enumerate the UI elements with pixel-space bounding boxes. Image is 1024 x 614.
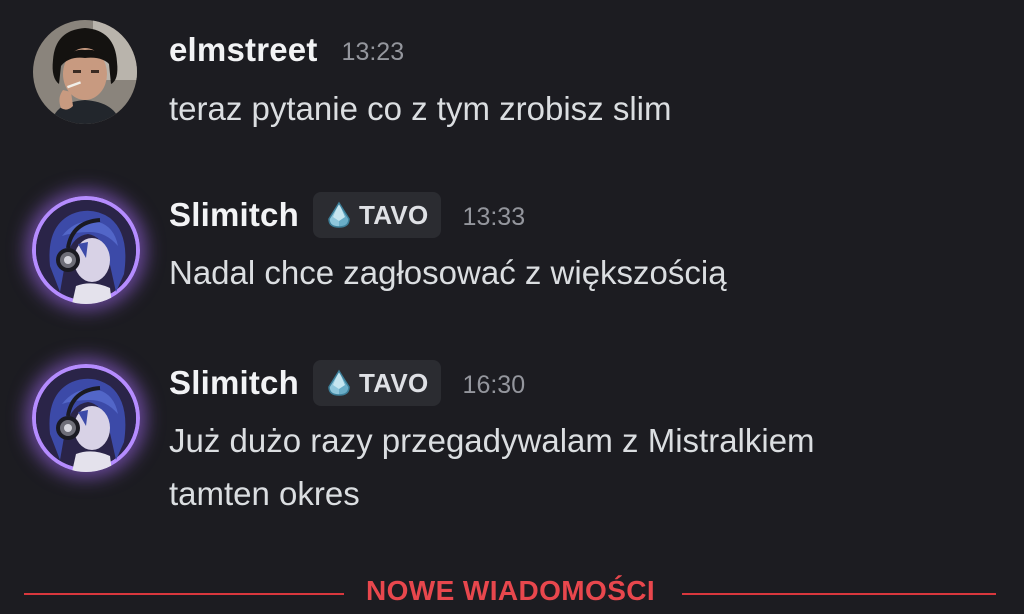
- timestamp: 13:33: [462, 202, 526, 231]
- anime-avatar: [36, 368, 136, 472]
- divider-line-right: [682, 593, 996, 595]
- crystal-drop-icon: [328, 201, 350, 228]
- chat-message-list: elmstreet 13:23 teraz pytanie co z tym z…: [0, 0, 1024, 611]
- timestamp: 13:23: [341, 37, 405, 66]
- username[interactable]: elmstreet: [169, 31, 318, 69]
- server-tag-badge[interactable]: TAVO: [312, 192, 441, 238]
- tag-label: TAVO: [358, 367, 429, 398]
- username[interactable]: Slimitch: [169, 196, 299, 234]
- user-avatar[interactable]: [32, 364, 140, 472]
- message-header: Slimitch TAVO 16:30: [169, 360, 526, 406]
- anime-avatar: [36, 200, 136, 304]
- divider-line-left: [24, 593, 344, 595]
- user-avatar[interactable]: [33, 20, 137, 124]
- message-header: elmstreet 13:23: [169, 28, 404, 72]
- server-tag-badge[interactable]: TAVO: [312, 360, 441, 406]
- timestamp: 16:30: [462, 370, 526, 399]
- message-text: Już dużo razy przegadywalam z Mistralkie…: [169, 422, 815, 512]
- username[interactable]: Slimitch: [169, 364, 299, 402]
- new-messages-divider: NOWE WIADOMOŚCI: [24, 574, 996, 614]
- tag-label: TAVO: [358, 199, 429, 230]
- user-avatar-photo: [33, 20, 137, 124]
- new-messages-label[interactable]: NOWE WIADOMOŚCI: [366, 575, 655, 607]
- user-avatar[interactable]: [32, 196, 140, 304]
- message-text: Nadal chce zagłosować z większością: [169, 254, 727, 291]
- crystal-drop-icon: [328, 369, 350, 396]
- message-header: Slimitch TAVO 13:33: [169, 192, 526, 238]
- message-text: teraz pytanie co z tym zrobisz slim: [169, 90, 672, 127]
